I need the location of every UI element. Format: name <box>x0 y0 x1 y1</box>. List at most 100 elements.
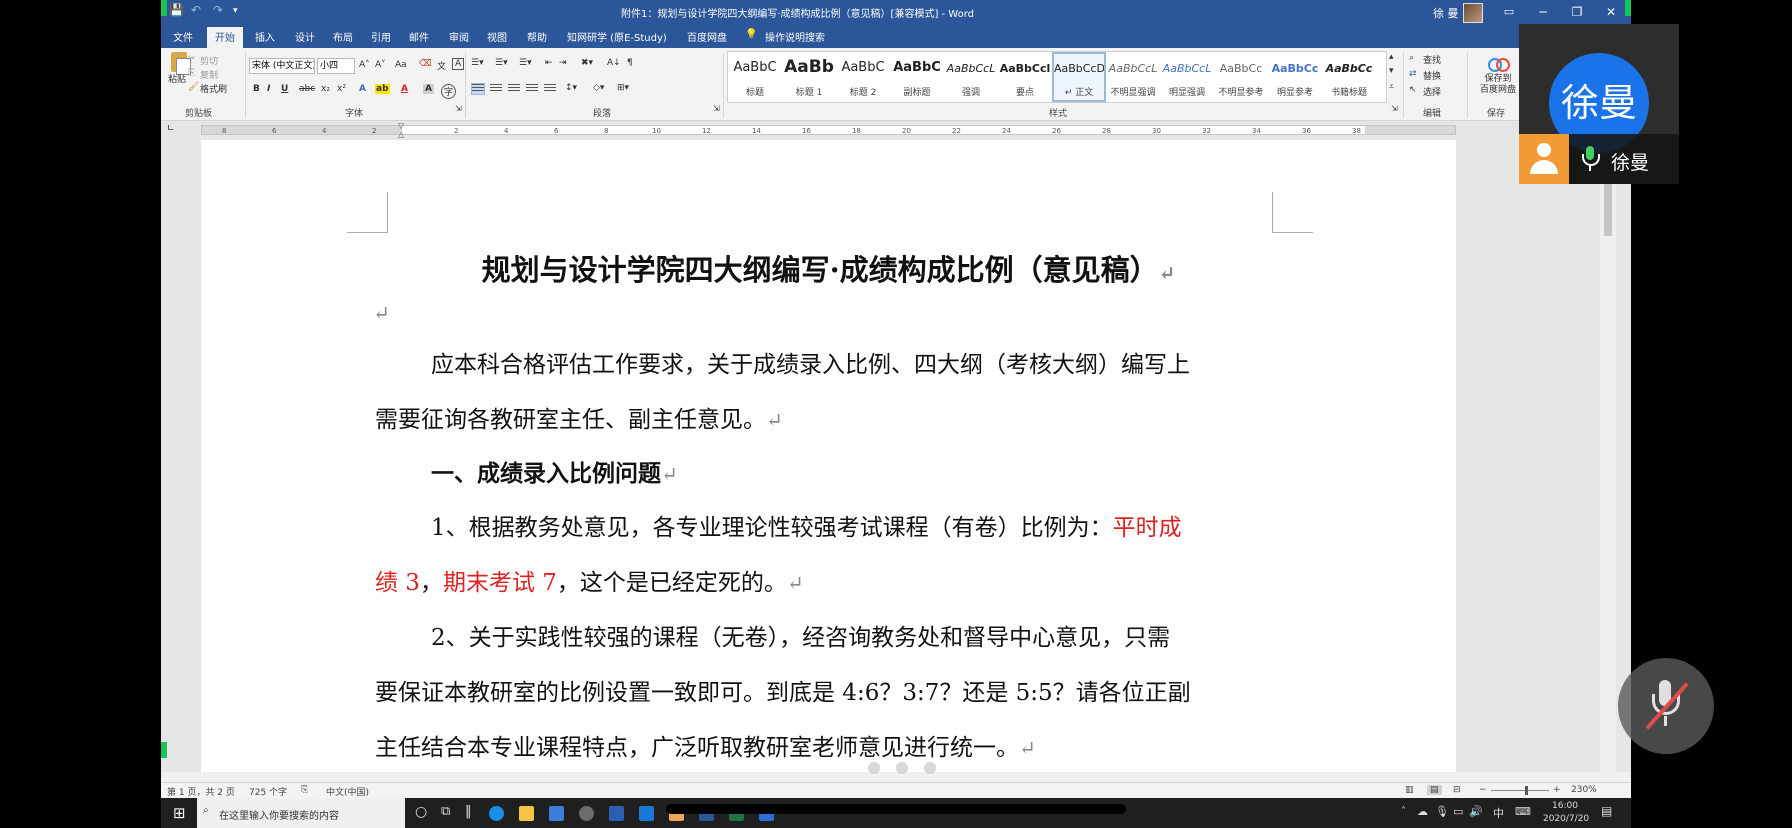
styles-more-icon[interactable]: ⩡ <box>1389 82 1394 92</box>
edge-icon[interactable] <box>489 806 504 821</box>
paragraph-2-line-2[interactable]: 绩 3，期末考试 7，这个是已经定死的。↵ <box>375 563 804 597</box>
align-left-icon[interactable] <box>471 83 485 95</box>
microphone-tray-icon[interactable]: 🎙 <box>1435 805 1449 818</box>
print-layout-icon[interactable]: ▤ <box>1427 785 1442 795</box>
word-count[interactable]: 725 个字 <box>249 785 287 798</box>
paragraph-2-line-1[interactable]: 1、根据教务处意见，各专业理论性较强考试课程（有卷）比例为：平时成 <box>431 508 1182 542</box>
tab-references[interactable]: 引用 <box>371 29 391 44</box>
app-icon[interactable] <box>579 806 594 821</box>
taskbar-search[interactable]: ⌕ 在这里输入你要搜索的内容 <box>197 798 405 828</box>
cut-button[interactable]: 剪切 <box>200 54 218 67</box>
tab-layout[interactable]: 布局 <box>333 29 353 44</box>
pause-icon[interactable]: ‖ <box>465 804 472 819</box>
screenshot-app-icon[interactable] <box>609 806 624 821</box>
account-avatar[interactable] <box>1463 3 1483 23</box>
lightbulb-icon[interactable]: 💡 <box>745 29 757 40</box>
align-center-icon[interactable] <box>490 84 502 94</box>
input-method-indicator[interactable]: 中 <box>1493 805 1504 821</box>
zoom-slider[interactable] <box>1491 790 1549 791</box>
style-subtle-reference[interactable]: AaBbCc 不明显参考 <box>1214 52 1268 102</box>
redo-icon[interactable]: ↷ <box>213 3 223 17</box>
close-button[interactable]: ✕ <box>1593 0 1629 24</box>
paragraph-dialog-launcher-icon[interactable]: ⇲ <box>713 104 720 113</box>
undo-icon[interactable]: ↶ <box>191 3 201 17</box>
network-icon[interactable]: ▭ <box>1453 805 1463 818</box>
tab-e-study[interactable]: 知网研学 (原E-Study) <box>567 29 667 44</box>
underline-button[interactable]: U <box>281 84 288 94</box>
format-painter-icon[interactable]: 🖌 <box>188 82 199 92</box>
zoom-level[interactable]: 230% <box>1571 785 1597 795</box>
style-intense-emphasis[interactable]: AaBbCcL 明显强调 <box>1160 52 1214 102</box>
tab-help[interactable]: 帮助 <box>527 29 547 44</box>
left-indent-marker-icon[interactable]: △ <box>398 130 404 139</box>
task-view-icon[interactable]: ⧉ <box>441 804 450 819</box>
web-layout-icon[interactable]: ⊟ <box>1453 785 1461 795</box>
notifications-icon[interactable]: ▤ <box>1601 804 1612 818</box>
horizontal-scrollbar[interactable] <box>161 772 1631 782</box>
scissors-icon[interactable]: ✂ <box>188 54 196 64</box>
text-effects-icon[interactable]: A <box>359 84 366 94</box>
style-strong[interactable]: AaBbCcl 要点 <box>998 52 1052 102</box>
tab-baidu-netdisk[interactable]: 百度网盘 <box>687 29 727 44</box>
store-icon[interactable] <box>549 806 564 821</box>
proofing-icon[interactable]: ⎘ <box>301 785 308 795</box>
style-subtle-emphasis[interactable]: AaBbCcL 不明显强调 <box>1106 52 1160 102</box>
save-icon[interactable]: 💾 <box>169 3 184 17</box>
replace-icon[interactable]: ⇄ <box>1409 69 1417 79</box>
increase-indent-icon[interactable]: ⇥ <box>559 58 567 68</box>
tab-selector-icon[interactable]: ∟ <box>167 124 175 134</box>
decrease-indent-icon[interactable]: ⇤ <box>545 58 553 68</box>
show-hidden-icons-icon[interactable]: ˄ <box>1401 806 1406 817</box>
character-border-icon[interactable]: A <box>452 58 465 70</box>
clock-date[interactable]: 2020/7/20 <box>1543 814 1589 824</box>
bullets-icon[interactable]: ☰▾ <box>471 58 484 68</box>
vertical-scrollbar[interactable] <box>1600 140 1616 772</box>
styles-scroll-down-icon[interactable]: ▾ <box>1389 66 1394 76</box>
document-page[interactable]: 规划与设计学院四大纲编写·成绩构成比例（意见稿）↵ ↵ 应本科合格评估工作要求，… <box>201 140 1456 772</box>
horizontal-ruler[interactable]: ∟ 8 6 4 2 2 4 6 8 10 12 14 16 18 20 22 2… <box>161 121 1631 139</box>
style-emphasis[interactable]: AaBbCcL 强调 <box>944 52 998 102</box>
replace-button[interactable]: 替换 <box>1423 69 1441 82</box>
keyboard-icon[interactable]: ⌨ <box>1515 805 1531 818</box>
select-button[interactable]: 选择 <box>1423 85 1441 98</box>
borders-icon[interactable]: ⊞▾ <box>617 83 629 93</box>
mail-icon[interactable] <box>639 806 654 821</box>
customize-quick-access-icon[interactable]: ▾ <box>233 6 238 16</box>
highlight-icon[interactable]: ab <box>375 84 390 94</box>
style-heading-2[interactable]: AaBbC 标题 2 <box>836 52 890 102</box>
bold-button[interactable]: B <box>253 84 260 94</box>
zoom-in-icon[interactable]: + <box>1553 785 1561 795</box>
paragraph-3-line-2[interactable]: 要保证本教研室的比例设置一致即可。到底是 4:6？3:7？还是 5:5？请各位正… <box>375 673 1191 707</box>
tab-file[interactable]: 文件 <box>173 29 193 44</box>
tab-mailings[interactable]: 邮件 <box>409 29 429 44</box>
ribbon-display-options-icon[interactable]: ▭ <box>1491 0 1527 24</box>
heading-1[interactable]: 一、成绩录入比例问题↵ <box>431 454 678 488</box>
styles-dialog-launcher-icon[interactable]: ⇲ <box>1391 104 1398 113</box>
multilevel-list-icon[interactable]: ☰▾ <box>519 58 532 68</box>
minimize-button[interactable]: ─ <box>1525 0 1561 24</box>
language[interactable]: 中文(中国) <box>326 785 369 798</box>
home-indicator[interactable] <box>666 804 1126 814</box>
change-case-button[interactable]: Aa <box>395 60 407 70</box>
paragraph-3-line-1[interactable]: 2、关于实践性较强的课程（无卷），经咨询教务处和督导中心意见，只需 <box>431 618 1170 652</box>
style-title[interactable]: AaBbC 标题 <box>728 52 782 102</box>
tab-home[interactable]: 开始 <box>207 27 243 50</box>
paragraph-1-line-2[interactable]: 需要征询各教研室主任、副主任意见。↵ <box>375 400 783 434</box>
video-call-tile[interactable]: 徐曼 徐曼 <box>1519 24 1679 184</box>
style-normal[interactable]: AaBbCcD ↵ 正文 <box>1052 52 1106 102</box>
copy-icon[interactable]: ⎘ <box>188 68 195 78</box>
style-subtitle[interactable]: AaBbC 副标题 <box>890 52 944 102</box>
numbering-icon[interactable]: ☰▾ <box>495 58 508 68</box>
mute-button[interactable] <box>1618 658 1714 754</box>
page-dot[interactable] <box>896 762 908 774</box>
paragraph-1-line-1[interactable]: 应本科合格评估工作要求，关于成绩录入比例、四大纲（考核大纲）编写上 <box>431 345 1190 379</box>
account-name[interactable]: 徐 曼 <box>1433 5 1459 21</box>
italic-button[interactable]: I <box>267 84 270 94</box>
font-name-dropdown[interactable]: 宋体 (中文正文) <box>249 58 315 74</box>
distributed-icon[interactable] <box>544 84 556 94</box>
font-size-dropdown[interactable]: 小四 <box>317 58 355 74</box>
clock-time[interactable]: 16:00 <box>1545 801 1585 811</box>
shading-icon[interactable]: ◇▾ <box>593 83 604 93</box>
show-marks-icon[interactable]: ¶ <box>627 58 633 68</box>
tab-insert[interactable]: 插入 <box>255 29 275 44</box>
